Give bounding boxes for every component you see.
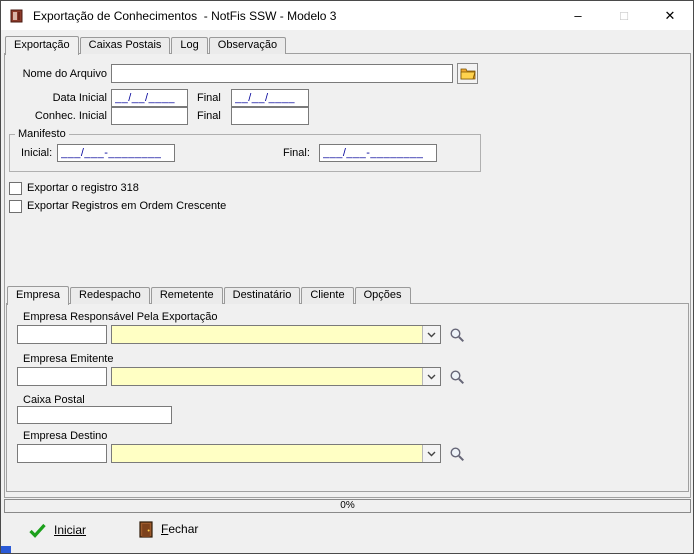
- main-tabs: Exportação Caixas Postais Log Observação: [5, 36, 287, 54]
- nome-arquivo-label: Nome do Arquivo: [17, 68, 107, 80]
- data-inicial-label: Data Inicial: [17, 92, 107, 104]
- empresa-destino-label: Empresa Destino: [23, 430, 107, 442]
- tab-destinatario[interactable]: Destinatário: [224, 287, 301, 304]
- chevron-down-icon[interactable]: [422, 368, 440, 385]
- app-icon: [9, 8, 25, 24]
- empresa-destino-search-button[interactable]: [448, 445, 465, 462]
- empresa-destino-combo[interactable]: [111, 444, 441, 463]
- search-icon: [449, 327, 465, 343]
- minimize-button[interactable]: –: [555, 1, 601, 30]
- tab-exportacao[interactable]: Exportação: [5, 36, 79, 55]
- conhec-final-input[interactable]: [231, 107, 309, 125]
- manifesto-group-label: Manifesto: [15, 128, 69, 140]
- chevron-down-icon[interactable]: [422, 326, 440, 343]
- manifesto-inicial-input[interactable]: [57, 144, 175, 162]
- conhec-inicial-input[interactable]: [111, 107, 188, 125]
- tab-caixas-postais[interactable]: Caixas Postais: [80, 37, 171, 54]
- data-final-input[interactable]: [231, 89, 309, 107]
- window-controls: – □ ✕: [555, 1, 693, 30]
- tab-redespacho[interactable]: Redespacho: [70, 287, 150, 304]
- empresa-destino-code-input[interactable]: [17, 444, 107, 463]
- manifesto-inicial-label: Inicial:: [21, 147, 52, 159]
- manifesto-final-label: Final:: [283, 147, 310, 159]
- empresa-emitente-code-input[interactable]: [17, 367, 107, 386]
- conhec-inicial-label: Conhec. Inicial: [17, 110, 107, 122]
- exit-door-icon: [139, 521, 153, 538]
- checkbox-exportar-318[interactable]: [9, 182, 22, 195]
- tab-observacao[interactable]: Observação: [209, 37, 286, 54]
- empresa-responsavel-code-input[interactable]: [17, 325, 107, 344]
- iniciar-button[interactable]: Iniciar: [29, 519, 86, 541]
- caixa-postal-label: Caixa Postal: [23, 394, 85, 406]
- tab-empresa[interactable]: Empresa: [7, 286, 69, 305]
- titlebar: Exportação de Conhecimentos - NotFis SSW…: [1, 1, 693, 30]
- taskbar-fragment: [1, 546, 11, 554]
- data-final-label: Final: [197, 92, 221, 104]
- check-icon: [29, 523, 46, 538]
- close-button[interactable]: ✕: [647, 1, 693, 30]
- checkbox-ordem-crescente-label: Exportar Registros em Ordem Crescente: [27, 200, 226, 212]
- empresa-responsavel-combo[interactable]: [111, 325, 441, 344]
- iniciar-button-label: Iniciar: [54, 523, 86, 537]
- nome-arquivo-input[interactable]: [111, 64, 453, 83]
- sub-tabs: Empresa Redespacho Remetente Destinatári…: [7, 286, 412, 304]
- chevron-down-icon[interactable]: [422, 445, 440, 462]
- empresa-emitente-label: Empresa Emitente: [23, 353, 113, 365]
- maximize-button: □: [601, 1, 647, 30]
- search-icon: [449, 446, 465, 462]
- search-icon: [449, 369, 465, 385]
- empresa-emitente-search-button[interactable]: [448, 368, 465, 385]
- manifesto-final-input[interactable]: [319, 144, 437, 162]
- empresa-responsavel-label: Empresa Responsável Pela Exportação: [23, 311, 217, 323]
- window-title: Exportação de Conhecimentos - NotFis SSW…: [33, 9, 336, 23]
- fechar-button-label: Fechar: [161, 522, 198, 536]
- fechar-button[interactable]: Fechar: [139, 518, 198, 540]
- app-window: Exportação de Conhecimentos - NotFis SSW…: [0, 0, 694, 554]
- folder-open-icon: [460, 67, 476, 80]
- tab-cliente[interactable]: Cliente: [301, 287, 353, 304]
- checkbox-ordem-crescente[interactable]: [9, 200, 22, 213]
- caixa-postal-input[interactable]: [17, 406, 172, 424]
- data-inicial-input[interactable]: [111, 89, 188, 107]
- checkbox-exportar-318-label: Exportar o registro 318: [27, 182, 139, 194]
- empresa-emitente-combo[interactable]: [111, 367, 441, 386]
- tab-remetente[interactable]: Remetente: [151, 287, 223, 304]
- browse-file-button[interactable]: [457, 63, 478, 84]
- empresa-responsavel-search-button[interactable]: [448, 326, 465, 343]
- progress-bar: 0%: [4, 499, 691, 513]
- conhec-final-label: Final: [197, 110, 221, 122]
- tab-log[interactable]: Log: [171, 37, 207, 54]
- tab-opcoes[interactable]: Opções: [355, 287, 411, 304]
